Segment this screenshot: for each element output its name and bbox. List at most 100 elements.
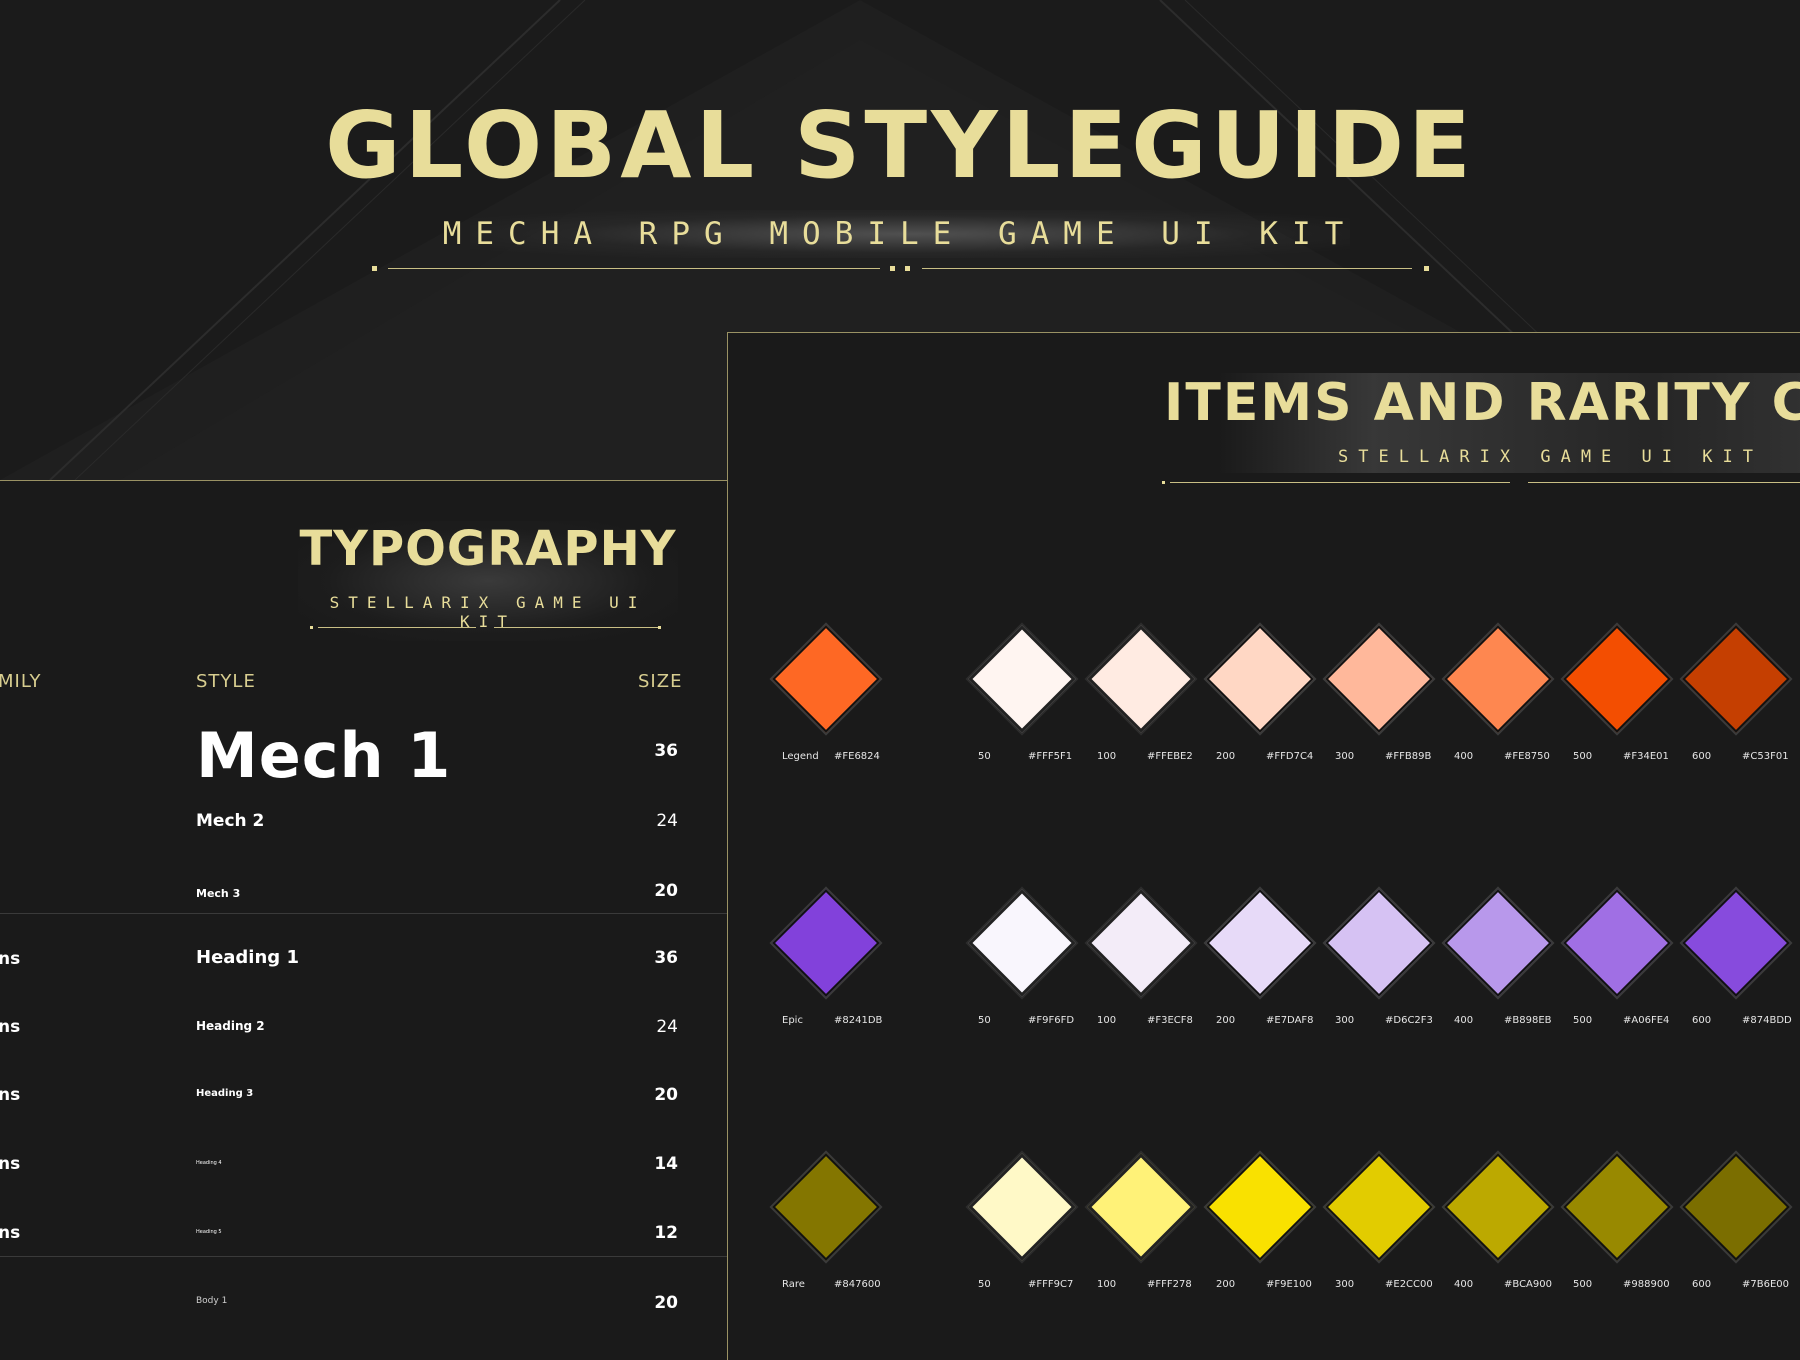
type-style-name: Mech 1	[196, 719, 452, 792]
shade-hex: #FFF5F1	[1028, 751, 1073, 762]
diamond-swatch	[1682, 625, 1790, 733]
shade-step: 50	[978, 751, 991, 762]
shade-step: 50	[978, 1015, 991, 1026]
shade-swatch	[964, 885, 1080, 1001]
shade-step: 600	[1692, 1015, 1712, 1026]
rarity-row: Rare #847600 50 #FFF9C7 100 #FFF278 200 #F9E100…	[728, 1149, 1800, 1309]
diamond-swatch	[1325, 1153, 1433, 1261]
typography-title: TYPOGRAPHY	[299, 521, 677, 577]
shade-step: 100	[1097, 751, 1117, 762]
type-row: ns Heading 1 36	[0, 947, 728, 1007]
type-size: 36	[654, 741, 678, 761]
diamond-swatch	[1444, 1153, 1552, 1261]
type-family: ns	[0, 1223, 21, 1243]
page-title: GLOBAL STYLEGUIDE	[325, 92, 1475, 199]
rarity-base-swatch	[768, 1149, 884, 1265]
shade-step: 300	[1335, 1279, 1355, 1290]
type-style-name: Heading 3	[196, 1088, 254, 1099]
rarity-hex: #FE6824	[834, 751, 880, 762]
shade-hex: #FFB89B	[1385, 751, 1432, 762]
diamond-swatch	[772, 1153, 880, 1261]
shade-swatch	[1678, 1149, 1794, 1265]
title-rule-right	[922, 268, 1412, 269]
shade-step: 100	[1097, 1015, 1117, 1026]
shade-swatch	[964, 1149, 1080, 1265]
type-style-name: Mech 3	[196, 887, 241, 900]
rule-dot	[890, 266, 895, 271]
typography-rule-right	[494, 627, 660, 628]
shade-step: 200	[1216, 1015, 1236, 1026]
type-style-name: Mech 2	[196, 811, 265, 831]
shade-hex: #E7DAF8	[1266, 1015, 1314, 1026]
column-header-family: MILY	[0, 671, 42, 692]
shade-hex: #B898EB	[1504, 1015, 1552, 1026]
rule-dot	[1162, 481, 1165, 484]
diamond-swatch	[1444, 625, 1552, 733]
diamond-swatch	[1087, 625, 1195, 733]
shade-step: 400	[1454, 1279, 1474, 1290]
diamond-swatch	[1206, 1153, 1314, 1261]
shade-step: 500	[1573, 1279, 1593, 1290]
section-divider	[0, 913, 728, 914]
shade-step: 300	[1335, 1015, 1355, 1026]
rarity-name: Legend	[782, 751, 819, 762]
shade-swatch	[1321, 885, 1437, 1001]
shade-hex: #FE8750	[1504, 751, 1550, 762]
shade-hex: #FFF278	[1147, 1279, 1192, 1290]
type-family: ns	[0, 1154, 21, 1174]
shade-hex: #7B6E00	[1742, 1279, 1790, 1290]
shade-swatch	[1321, 621, 1437, 737]
type-row: Mech 1 36	[0, 719, 728, 792]
items-subtitle: STELLARIX GAME UI KIT	[1338, 447, 1763, 467]
type-size: 36	[654, 948, 678, 968]
shade-swatch	[1678, 621, 1794, 737]
diamond-swatch	[1325, 889, 1433, 997]
column-header-style: STYLE	[196, 671, 256, 692]
type-row: Mech 3 20	[0, 879, 728, 939]
rarity-row: Epic #8241DB 50 #F9F6FD 100 #F3ECF8 200 #E7DAF8…	[728, 885, 1800, 1045]
shade-swatch	[964, 621, 1080, 737]
shade-swatch	[1440, 885, 1556, 1001]
rule-dot	[310, 626, 313, 629]
type-row: ns Heading 5 12	[0, 1223, 728, 1283]
section-divider	[0, 1256, 728, 1257]
diamond-swatch	[1325, 625, 1433, 733]
type-style-name: Heading 4	[196, 1160, 222, 1166]
type-row: Mech 2 24	[0, 811, 728, 871]
typography-panel: TYPOGRAPHY STELLARIX GAME UI KIT MILY ST…	[0, 480, 728, 1360]
shade-step: 300	[1335, 751, 1355, 762]
items-rarity-panel: ITEMS AND RARITY COLO STELLARIX GAME UI …	[727, 332, 1800, 1360]
type-style-name: Heading 5	[196, 1229, 222, 1235]
title-rule-left	[388, 268, 880, 269]
shade-swatch	[1678, 885, 1794, 1001]
type-size: 14	[654, 1154, 678, 1174]
shade-hex: #F9E100	[1266, 1279, 1312, 1290]
rule-dot	[658, 626, 661, 629]
shade-hex: #FFF9C7	[1028, 1279, 1074, 1290]
shade-swatch	[1321, 1149, 1437, 1265]
shade-swatch	[1083, 885, 1199, 1001]
rarity-hex: #8241DB	[834, 1015, 883, 1026]
shade-step: 400	[1454, 751, 1474, 762]
diamond-swatch	[1563, 1153, 1671, 1261]
diamond-swatch	[968, 625, 1076, 733]
page-subtitle: MECHA RPG MOBILE GAME UI KIT	[442, 216, 1358, 252]
shade-swatch	[1083, 1149, 1199, 1265]
shade-hex: #988900	[1623, 1279, 1670, 1290]
diamond-swatch	[968, 889, 1076, 997]
shade-hex: #C53F01	[1742, 751, 1789, 762]
typography-subtitle: STELLARIX GAME UI KIT	[329, 593, 647, 631]
diamond-swatch	[1206, 889, 1314, 997]
rule-dot	[1424, 266, 1429, 271]
shade-step: 400	[1454, 1015, 1474, 1026]
items-rule-right	[1528, 482, 1800, 483]
diamond-swatch	[772, 625, 880, 733]
shade-swatch	[1559, 621, 1675, 737]
type-row: ns Heading 3 20	[0, 1085, 728, 1145]
shade-swatch	[1440, 1149, 1556, 1265]
type-family: ns	[0, 1085, 21, 1105]
shade-step: 50	[978, 1279, 991, 1290]
shade-swatch	[1083, 621, 1199, 737]
rarity-name: Epic	[782, 1015, 803, 1026]
type-style-name: Heading 1	[196, 947, 299, 968]
